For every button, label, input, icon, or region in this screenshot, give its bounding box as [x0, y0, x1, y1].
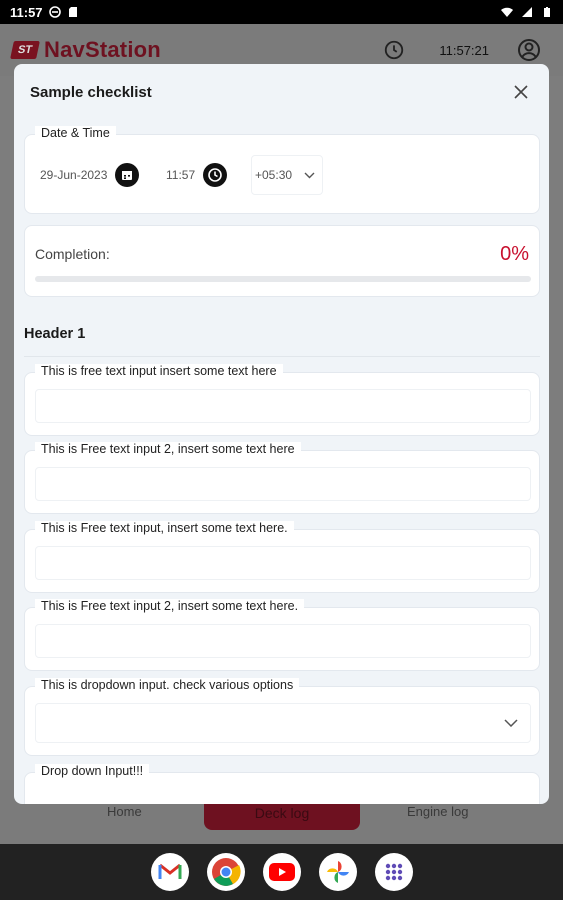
battery-icon — [544, 7, 550, 17]
tab-engine-log[interactable]: Engine log — [407, 804, 468, 819]
dropdown-card: Drop down Input!!! — [24, 764, 540, 804]
section-title: Header 1 — [24, 326, 86, 342]
completion-value: 0% — [500, 243, 529, 265]
gmail-icon[interactable] — [150, 853, 189, 891]
timezone-select[interactable]: +05:30 — [251, 155, 323, 195]
datetime-legend: Date & Time — [35, 126, 116, 140]
free-text-card: This is free text input insert some text… — [24, 364, 540, 436]
sd-card-icon — [68, 7, 77, 17]
field-label: This is Free text input, insert some tex… — [35, 521, 294, 535]
clock-icon[interactable] — [383, 39, 405, 61]
field-label: This is free text input insert some text… — [35, 364, 283, 378]
dnd-icon — [48, 6, 61, 18]
datetime-card: Date & Time 29-Jun-2023 11:57 +05:30 — [24, 126, 540, 214]
header-time: 11:57:21 — [439, 42, 489, 58]
account-icon[interactable] — [517, 38, 541, 62]
chevron-down-icon — [504, 719, 518, 727]
dropdown-label: Drop down Input!!! — [35, 764, 150, 778]
apps-icon[interactable] — [374, 853, 413, 891]
date-field[interactable]: 29-Jun-2023 — [35, 155, 153, 195]
field-label: This is Free text input 2, insert some t… — [35, 442, 301, 456]
time-value: 11:57 — [166, 168, 196, 182]
free-text-card: This is Free text input 2, insert some t… — [24, 599, 540, 671]
timezone-value: +05:30 — [255, 168, 293, 182]
free-text-card: This is Free text input 2, insert some t… — [24, 442, 540, 514]
section-divider — [24, 356, 540, 357]
modal-header: Sample checklist — [14, 64, 549, 120]
dropdown-card: This is dropdown input. check various op… — [24, 678, 540, 756]
free-text-input[interactable] — [35, 546, 531, 580]
clock-icon[interactable] — [203, 163, 228, 187]
modal-title: Sample checklist — [30, 83, 152, 101]
photos-icon[interactable] — [318, 853, 357, 891]
completion-progress-bar — [35, 276, 531, 282]
free-text-input[interactable] — [35, 467, 531, 501]
close-icon — [514, 85, 528, 99]
chrome-icon[interactable] — [206, 853, 245, 891]
dropdown-label: This is dropdown input. check various op… — [35, 678, 300, 692]
calendar-icon[interactable] — [115, 163, 140, 187]
time-field[interactable]: 11:57 — [162, 155, 246, 195]
completion-label: Completion: — [35, 246, 110, 262]
free-text-input[interactable] — [35, 624, 531, 658]
dropdown-select[interactable] — [35, 703, 531, 743]
logo-badge: ST — [10, 41, 40, 59]
field-label: This is Free text input 2, insert some t… — [35, 599, 305, 613]
status-time: 11:57 — [10, 4, 43, 20]
logo-text: NavStation — [44, 37, 161, 62]
free-text-input[interactable] — [35, 389, 531, 423]
completion-card: Completion: 0% — [24, 225, 540, 297]
close-button[interactable] — [509, 80, 533, 104]
app-logo: ST NavStation — [10, 37, 161, 63]
free-text-card: This is Free text input, insert some tex… — [24, 521, 540, 593]
status-bar: 11:57 — [0, 0, 563, 24]
date-value: 29-Jun-2023 — [40, 168, 108, 182]
tab-home[interactable]: Home — [107, 804, 142, 819]
chevron-down-icon — [304, 172, 315, 178]
checklist-modal: Sample checklist Date & Time 29-Jun-2023… — [14, 64, 549, 804]
wifi-icon — [501, 7, 513, 17]
signal-icon — [522, 7, 532, 17]
app-dock — [0, 844, 563, 900]
youtube-icon[interactable] — [262, 853, 301, 891]
